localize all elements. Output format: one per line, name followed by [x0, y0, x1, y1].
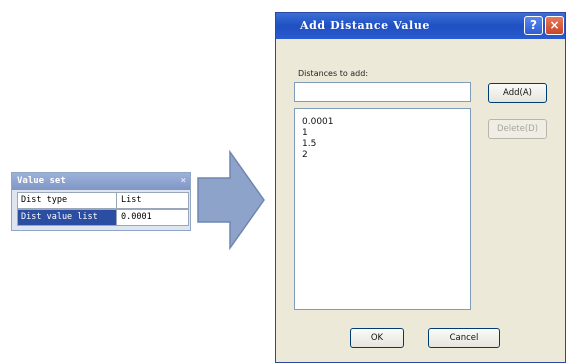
property-row-dist-value-list[interactable]: Dist value list 0.0001 [17, 209, 189, 226]
delete-button[interactable]: Delete(D) [488, 119, 547, 139]
distance-input[interactable] [294, 82, 471, 102]
list-item[interactable]: 2 [302, 150, 470, 161]
distance-values-list[interactable]: 0.0001 1 1.5 2 [294, 108, 471, 310]
dialog-title-bar[interactable]: Add Distance Value ? × [276, 13, 565, 39]
right-arrow-icon [196, 149, 266, 251]
help-icon[interactable]: ? [524, 16, 543, 35]
add-distance-value-dialog: Add Distance Value ? × Distances to add:… [275, 12, 566, 363]
list-item[interactable]: 1 [302, 128, 470, 139]
list-item[interactable]: 0.0001 [302, 117, 470, 128]
close-icon[interactable]: × [545, 16, 564, 35]
property-row-dist-type[interactable]: Dist type List [17, 192, 189, 209]
right-arrow-shape [197, 149, 265, 251]
dialog-title: Add Distance Value [300, 19, 431, 32]
value-set-title-bar: Value set × [12, 173, 190, 190]
distances-label: Distances to add: [298, 69, 369, 78]
property-value[interactable]: List [118, 193, 188, 208]
value-set-title: Value set [17, 176, 66, 186]
cancel-button[interactable]: Cancel [428, 328, 500, 348]
property-key: Dist type [18, 193, 117, 208]
panel-close-icon[interactable]: × [181, 173, 186, 190]
property-key-selected: Dist value list [18, 210, 117, 225]
ok-button[interactable]: OK [350, 328, 404, 348]
list-item[interactable]: 1.5 [302, 139, 470, 150]
add-button[interactable]: Add(A) [488, 83, 547, 103]
value-set-panel: Value set × Dist type List Dist value li… [11, 172, 191, 231]
property-value[interactable]: 0.0001 [118, 210, 188, 225]
